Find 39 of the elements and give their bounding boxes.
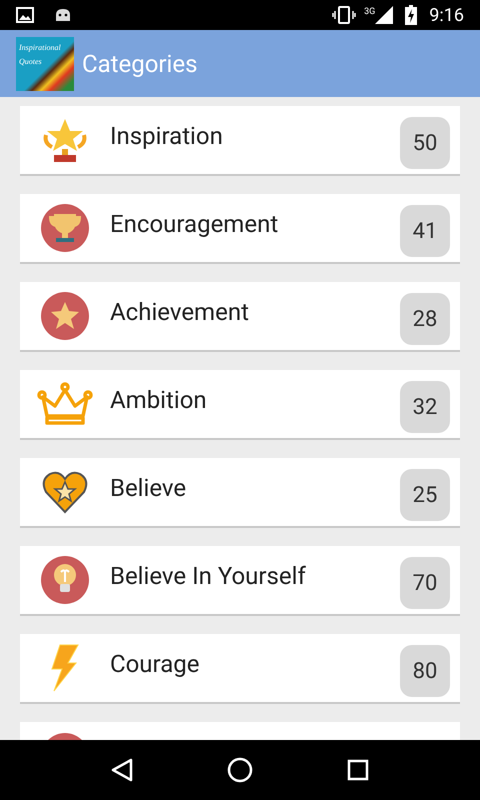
quote-count: 25: [400, 469, 450, 521]
category-name: Achievement: [110, 297, 250, 328]
quote-count: 50: [400, 117, 450, 169]
battery-charging-icon: [405, 5, 418, 25]
category-name: Believe In Yourself: [110, 561, 307, 592]
recent-apps-icon[interactable]: [347, 759, 369, 781]
home-icon[interactable]: [227, 757, 253, 783]
category-item[interactable]: Encouragement 41: [20, 194, 460, 264]
category-item[interactable]: Ambition 32: [20, 370, 460, 440]
quote-count: 70: [400, 557, 450, 609]
quote-count: 32: [400, 381, 450, 433]
category-item[interactable]: Believe In Yourself 70: [20, 546, 460, 616]
back-icon[interactable]: [111, 758, 133, 782]
vibrate-icon: [332, 6, 356, 24]
quote-count: 28: [400, 293, 450, 345]
network-type: 3G: [364, 6, 376, 19]
clock: 9:16: [429, 4, 464, 28]
category-name: Encouragement: [110, 209, 280, 240]
trophy-icon: [40, 203, 90, 253]
category-name: Ambition: [110, 385, 208, 416]
heart-star-icon: [42, 470, 88, 514]
category-name: Courage: [110, 649, 200, 680]
crown-icon: [37, 382, 93, 426]
android-icon: [54, 7, 72, 23]
category-item[interactable]: Courage 80: [20, 634, 460, 704]
category-item[interactable]: Achievement 28: [20, 282, 460, 352]
signal-icon: [375, 6, 394, 24]
logo-text: Quotes: [19, 56, 43, 68]
lightbulb-icon: [40, 555, 90, 605]
quote-count: 80: [400, 645, 450, 697]
category-item[interactable]: Inspiration 50: [20, 106, 460, 176]
category-item[interactable]: Believe 25: [20, 458, 460, 528]
category-name: Inspiration: [110, 121, 224, 152]
screen-title: Categories: [82, 48, 198, 80]
quote-count: 41: [400, 205, 450, 257]
image-icon: [16, 7, 34, 23]
logo-text: Inspirational: [19, 42, 62, 54]
category-name: Believe: [110, 473, 188, 504]
lightning-bolt-icon: [50, 643, 80, 693]
